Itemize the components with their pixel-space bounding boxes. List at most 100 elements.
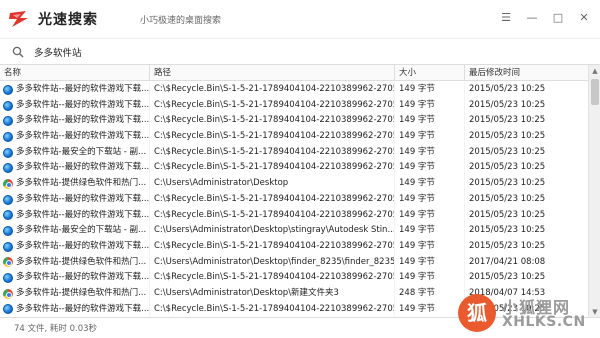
ie-icon [3,147,13,158]
cell-size: 149 字节 [395,270,465,286]
cell-path: C:\$Recycle.Bin\S-1-5-21-1789404104-2210… [150,113,395,130]
file-name: 多多软件站--最好的软件游戏下载... [16,162,149,173]
cell-modified: 2015/05/23 10:25 [469,178,546,189]
search-bar [0,38,600,64]
ie-icon [3,163,13,174]
ie-icon [3,226,13,237]
table-row[interactable]: 多多软件站--最好的软件游戏下载... C:\$Recycle.Bin\S-1-5… [0,207,588,224]
ie-icon [3,194,13,205]
results-table: 名称 路径 大小 最后修改时间 多多软件站--最好的软件游戏下载... C:\$R… [0,64,600,318]
file-name: 多多软件站--最好的软件游戏下载... [16,209,149,220]
chrome-icon [3,178,13,189]
table-body: 多多软件站--最好的软件游戏下载... C:\$Recycle.Bin\S-1-5… [0,82,588,318]
cell-path: C:\$Recycle.Bin\S-1-5-21-1789404104-2210… [150,129,395,145]
cell-size: 149 字节 [395,301,465,318]
ie-icon [3,210,13,221]
cell-modified: 2015/05/23 10:25 [469,99,546,110]
cell-modified: 2015/05/23 10:25 [469,240,546,251]
cell-size: 149 字节 [395,144,465,161]
cell-path: C:\$Recycle.Bin\S-1-5-21-1789404104-2210… [150,301,395,318]
app-logo-icon [9,11,28,27]
cell-path: C:\$Recycle.Bin\S-1-5-21-1789404104-2210… [150,97,395,114]
chrome-icon [3,288,13,299]
column-header-modified[interactable]: 最后修改时间 [465,65,588,81]
cell-size: 248 字节 [395,285,465,302]
cell-modified: 2015/05/23 10:25 [469,84,546,94]
cell-size: 149 字节 [395,160,465,177]
cell-path: C:\Users\Administrator\Desktop\stingray\… [150,223,395,239]
cell-modified: 2015/05/23 10:25 [469,272,546,283]
cell-path: C:\$Recycle.Bin\S-1-5-21-1789404104-2210… [150,160,395,177]
table-row[interactable]: 多多软件站--最好的软件游戏下载... C:\$Recycle.Bin\S-1-5… [0,82,588,98]
cell-size: 149 字节 [395,191,465,208]
cell-modified: 2017/04/21 08:08 [469,256,546,267]
table-row[interactable]: 多多软件站-提供绿色软件和热门... C:\Users\Administrator… [0,254,588,271]
menu-icon[interactable]: ☰ [500,12,512,24]
cell-name: 多多软件站--最好的软件游戏下载... [0,129,150,145]
file-name: 多多软件站-提供绿色软件和热门... [16,178,147,189]
file-name: 多多软件站--最好的软件游戏下载... [16,193,149,204]
ie-icon [3,131,13,142]
table-row[interactable]: 多多软件站--最好的软件游戏下载... C:\$Recycle.Bin\S-1-5… [0,270,588,286]
cell-size: 149 字节 [395,82,465,98]
ie-icon [3,273,13,284]
cell-name: 多多软件站-提供绿色软件和热门... [0,254,150,271]
file-name: 多多软件站--最好的软件游戏下载... [16,131,149,142]
cell-size: 149 字节 [395,176,465,192]
cell-path: C:\Users\Administrator\Desktop [150,176,395,192]
cell-modified: 2015/05/23 10:25 [469,209,546,220]
vertical-scrollbar[interactable]: ▲ ▼ [588,65,600,318]
cell-name: 多多软件站--最好的软件游戏下载... [0,160,150,177]
file-name: 多多软件站-提供绿色软件和热门... [16,287,147,298]
column-header-path[interactable]: 路径 [150,65,395,81]
table-header: 名称 路径 大小 最后修改时间 [0,65,588,81]
table-row[interactable]: 多多软件站--最好的软件游戏下载... C:\$Recycle.Bin\S-1-5… [0,160,588,177]
cell-modified: 2015/05/23 10:25 [469,115,546,126]
ie-icon [3,304,13,315]
column-header-size[interactable]: 大小 [395,65,465,81]
cell-name: 多多软件站-最安全的下载站 - 副... [0,144,150,161]
status-text: 74 文件, 耗时 0.03秒 [14,324,98,334]
file-name: 多多软件站-最安全的下载站 - 副... [16,146,147,157]
cell-size: 149 字节 [395,97,465,114]
cell-modified: 2015/05/23 10:25 [469,225,546,236]
cell-size: 149 字节 [395,254,465,271]
search-icon [12,46,24,58]
close-icon[interactable]: ✕ [578,12,590,24]
ie-icon [3,84,13,95]
cell-size: 149 字节 [395,223,465,239]
table-row[interactable]: 多多软件站--最好的软件游戏下载... C:\$Recycle.Bin\S-1-5… [0,238,588,255]
table-row[interactable]: 多多软件站-最安全的下载站 - 副... C:\Users\Administrat… [0,223,588,239]
cell-modified: 2015/05/23 10:25 [469,193,546,204]
chrome-icon [3,257,13,268]
cell-name: 多多软件站--最好的软件游戏下载... [0,82,150,98]
minimize-icon[interactable]: — [526,12,538,24]
scroll-up-icon[interactable]: ▲ [589,65,600,77]
file-name: 多多软件站-提供绿色软件和热门... [16,256,147,267]
cell-name: 多多软件站-提供绿色软件和热门... [0,285,150,302]
cell-modified: 2015/05/23 10:25 [469,146,546,157]
cell-path: C:\$Recycle.Bin\S-1-5-21-1789404104-2210… [150,191,395,208]
table-row[interactable]: 多多软件站--最好的软件游戏下载... C:\$Recycle.Bin\S-1-5… [0,97,588,114]
file-name: 多多软件站--最好的软件游戏下载... [16,303,149,314]
maximize-icon[interactable]: □ [552,12,564,24]
cell-path: C:\$Recycle.Bin\S-1-5-21-1789404104-2210… [150,238,395,255]
table-row[interactable]: 多多软件站-最安全的下载站 - 副... C:\$Recycle.Bin\S-1-… [0,144,588,161]
table-row[interactable]: 多多软件站-提供绿色软件和热门... C:\Users\Administrator… [0,176,588,192]
cell-path: C:\$Recycle.Bin\S-1-5-21-1789404104-2210… [150,82,395,98]
table-row[interactable]: 多多软件站--最好的软件游戏下载... C:\$Recycle.Bin\S-1-5… [0,129,588,145]
table-row[interactable]: 多多软件站--最好的软件游戏下载... C:\$Recycle.Bin\S-1-5… [0,191,588,208]
cell-modified: 2015/05/23 10:25 [469,131,546,142]
table-row[interactable]: 多多软件站--最好的软件游戏下载... C:\$Recycle.Bin\S-1-5… [0,113,588,130]
column-header-name[interactable]: 名称 [0,65,150,81]
file-name: 多多软件站--最好的软件游戏下载... [16,99,149,110]
watermark-domain: XHLKS.CN [502,314,586,330]
cell-name: 多多软件站--最好的软件游戏下载... [0,191,150,208]
scroll-thumb[interactable] [591,79,599,105]
search-input[interactable] [34,44,574,60]
cell-path: C:\$Recycle.Bin\S-1-5-21-1789404104-2210… [150,270,395,286]
site-watermark: 狐 小狐狸网 XHLKS.CN [458,292,594,336]
file-name: 多多软件站-最安全的下载站 - 副... [16,225,147,236]
cell-size: 149 字节 [395,113,465,130]
title-bar: 光速搜索 小巧极速的桌面搜索 ☰ — □ ✕ [0,0,600,38]
